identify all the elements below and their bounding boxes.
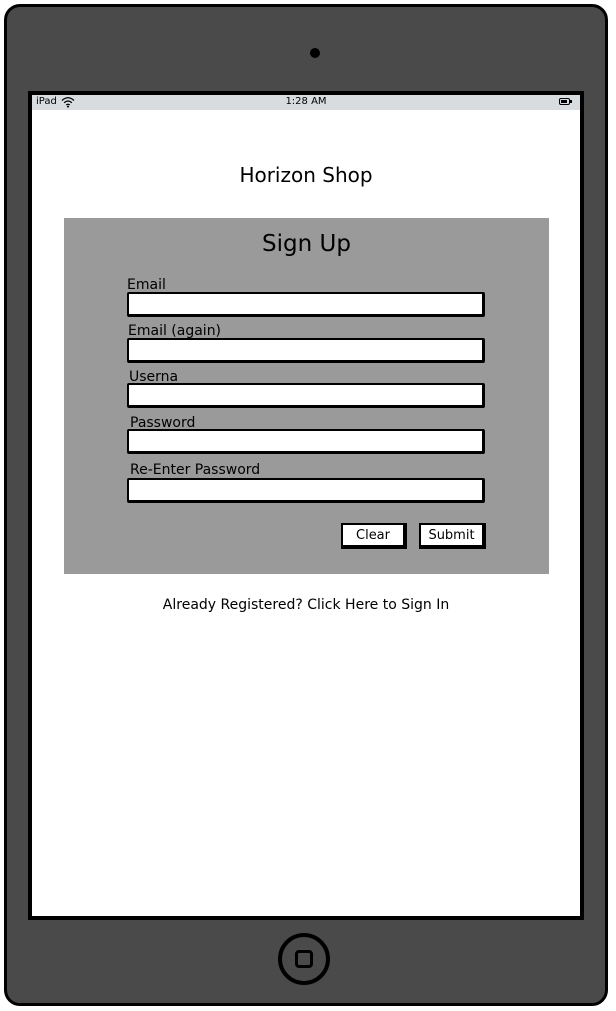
camera-dot xyxy=(310,48,320,58)
ipad-screen: iPad 1:28 AM Horizon Shop Sign Up Email … xyxy=(28,91,584,920)
home-button[interactable] xyxy=(278,933,330,985)
status-bar: iPad 1:28 AM xyxy=(32,95,580,110)
signin-link[interactable]: Already Registered? Click Here to Sign I… xyxy=(32,597,580,613)
clear-button[interactable]: Clear xyxy=(341,523,407,549)
email-again-field[interactable] xyxy=(127,338,485,363)
signup-panel: Sign Up Email Email (again) Userna Passw… xyxy=(64,218,549,574)
reenter-password-field[interactable] xyxy=(127,478,485,503)
email-again-label: Email (again) xyxy=(128,323,222,339)
submit-button[interactable]: Submit xyxy=(419,523,486,549)
status-time: 1:28 AM xyxy=(285,96,327,107)
battery-icon xyxy=(559,98,572,105)
username-field[interactable] xyxy=(127,383,485,408)
shop-title: Horizon Shop xyxy=(239,163,373,187)
signup-heading: Sign Up xyxy=(262,231,351,257)
home-square-icon xyxy=(295,950,313,968)
reenter-password-label: Re-Enter Password xyxy=(130,462,261,478)
email-label: Email xyxy=(127,277,166,293)
password-field[interactable] xyxy=(127,429,485,454)
email-field[interactable] xyxy=(127,292,485,317)
